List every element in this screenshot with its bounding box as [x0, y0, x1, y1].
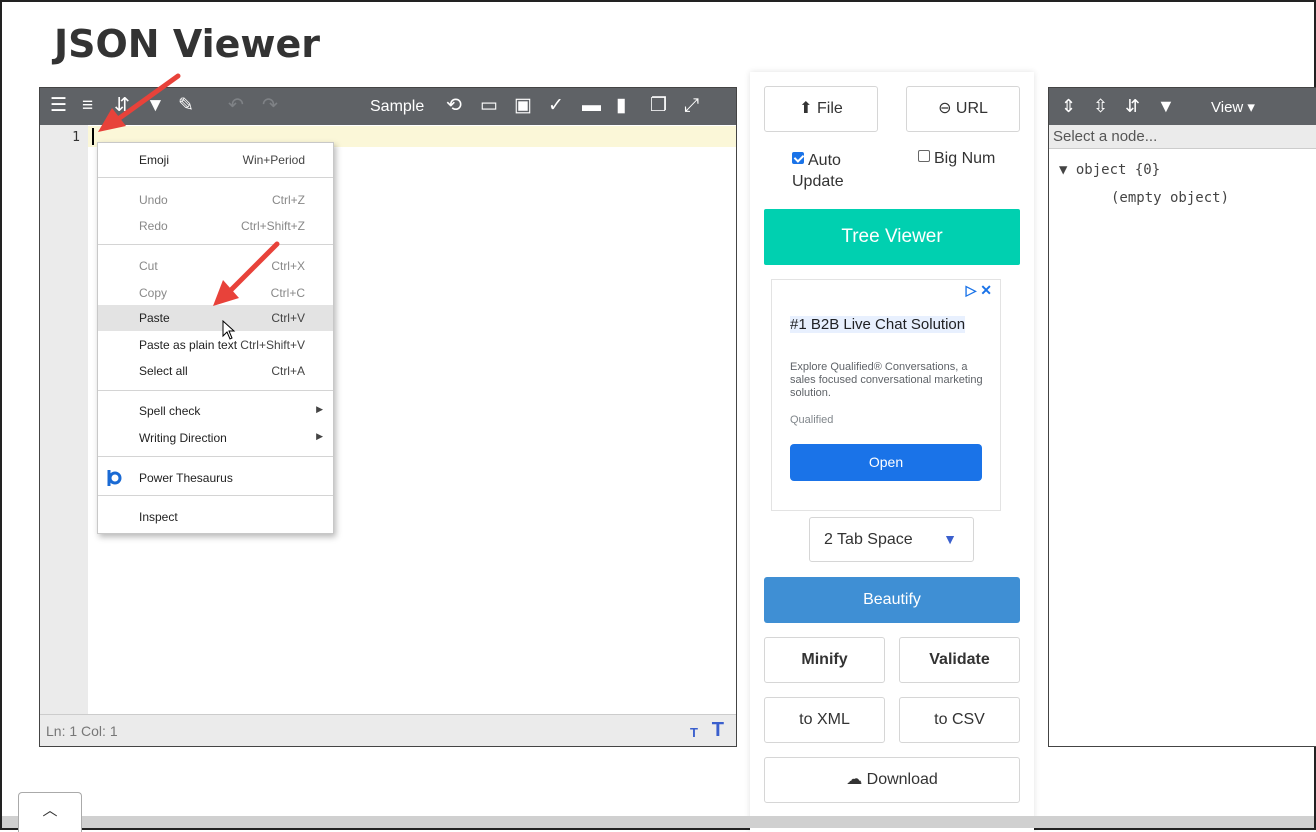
collapse-all-icon[interactable]: ⇳ [1093, 96, 1108, 117]
save-icon[interactable]: ▣ [514, 96, 532, 116]
empty-object-label: (empty object) [1111, 190, 1230, 206]
history-icon[interactable]: ⟲ [446, 96, 462, 116]
mouse-pointer-icon [222, 320, 236, 340]
power-thesaurus-icon [107, 470, 122, 486]
tree-toolbar: ⇕ ⇳ ⇵ ▼ View ▾ [1049, 88, 1316, 125]
checkbox-checked-icon [792, 152, 804, 164]
delete-icon[interactable]: ▮ [616, 96, 626, 116]
advertisement[interactable]: ▷ ✕ #1 B2B Live Chat Solution Explore Qu… [771, 279, 1001, 511]
line-number: 1 [72, 130, 80, 145]
menu-item-undo[interactable]: Undo Ctrl+Z [98, 187, 333, 213]
url-button[interactable]: ⊖ URL [906, 86, 1020, 132]
to-csv-button[interactable]: to CSV [899, 697, 1020, 743]
menu-item-spell-check[interactable]: Spell check ▶ [98, 398, 333, 424]
checkbox-unchecked-icon [918, 150, 930, 162]
upload-icon: ⬆ [799, 100, 813, 117]
cursor-position: Ln: 1 Col: 1 [46, 723, 118, 739]
open-icon[interactable]: ▭ [480, 96, 498, 116]
validate-button[interactable]: Validate [899, 637, 1020, 683]
fullscreen-icon[interactable]: ⤢ [684, 96, 699, 116]
menu-item-paste-plain[interactable]: Paste as plain text Ctrl+Shift+V [98, 332, 333, 358]
font-increase-button[interactable]: T [712, 719, 724, 742]
filter-icon[interactable]: ▼ [1157, 96, 1175, 117]
file-button[interactable]: ⬆ File [764, 86, 878, 132]
page-title: JSON Viewer [54, 22, 320, 66]
menu-item-writing-direction[interactable]: Writing Direction ▶ [98, 425, 333, 451]
ad-open-button[interactable]: Open [790, 444, 982, 481]
sort-icon[interactable]: ⇵ [1125, 96, 1140, 117]
menu-item-select-all[interactable]: Select all Ctrl+A [98, 358, 333, 384]
expand-all-icon[interactable]: ⇕ [1061, 96, 1076, 117]
print-icon[interactable]: ▬ [582, 96, 601, 116]
submenu-arrow-icon: ▶ [316, 404, 323, 414]
menu-item-redo[interactable]: Redo Ctrl+Shift+Z [98, 213, 333, 239]
font-decrease-button[interactable]: T [690, 725, 698, 740]
tree-root-node[interactable]: ▼ object {0} [1059, 162, 1160, 178]
bottom-bar [2, 816, 1314, 828]
control-panel: ⬆ File ⊖ URL Auto Update Big Num Tree Vi… [750, 72, 1034, 832]
cloud-download-icon: ☁ [846, 771, 863, 788]
app-frame: JSON Viewer ☰ ≡ ⇵ ▼ ✎ ↶ ↷ Sample ⟲ ▭ ▣ ✓… [0, 0, 1316, 832]
minify-button[interactable]: Minify [764, 637, 885, 683]
big-num-checkbox[interactable]: Big Num [918, 150, 995, 168]
format-icon[interactable]: ☰ [50, 96, 67, 116]
link-icon: ⊖ [938, 100, 952, 117]
download-button[interactable]: ☁ Download [764, 757, 1020, 803]
ad-choices-icon[interactable]: ▷ ✕ [966, 282, 992, 299]
tab-space-select[interactable]: 2 Tab Space ▼ [809, 517, 974, 562]
redo-icon[interactable]: ↷ [262, 96, 278, 116]
to-xml-button[interactable]: to XML [764, 697, 885, 743]
line-gutter [40, 125, 88, 714]
menu-item-power-thesaurus[interactable]: Power Thesaurus [98, 465, 333, 491]
annotation-arrow-icon [98, 73, 181, 132]
menu-item-inspect[interactable]: Inspect [98, 504, 333, 530]
ad-brand: Qualified [790, 414, 834, 426]
submenu-arrow-icon: ▶ [316, 431, 323, 441]
ad-body: Explore Qualified® Conversations, a sale… [790, 361, 983, 399]
ad-title[interactable]: #1 B2B Live Chat Solution [790, 314, 990, 335]
chevron-down-icon: ▼ [943, 531, 957, 547]
beautify-button[interactable]: Beautify [764, 577, 1020, 623]
context-menu: Emoji Win+Period Undo Ctrl+Z Redo Ctrl+S… [97, 142, 334, 534]
annotation-arrow-icon [213, 241, 280, 306]
tree-viewer-button[interactable]: Tree Viewer [764, 209, 1020, 265]
undo-icon[interactable]: ↶ [228, 96, 244, 116]
validate-icon[interactable]: ✓ [548, 96, 564, 116]
view-menu[interactable]: View ▾ [1211, 98, 1255, 116]
chevron-up-icon: ︿ [42, 802, 58, 819]
copy-icon[interactable]: ❐ [650, 96, 667, 116]
editor-statusbar: Ln: 1 Col: 1 T T [40, 714, 736, 746]
menu-item-emoji[interactable]: Emoji Win+Period [98, 147, 333, 173]
auto-update-checkbox[interactable]: Auto Update [792, 150, 872, 192]
node-search[interactable]: Select a node... [1049, 125, 1316, 149]
sample-button[interactable]: Sample [370, 98, 424, 116]
tree-viewer-panel: ⇕ ⇳ ⇵ ▼ View ▾ Select a node... ▼ object… [1048, 87, 1316, 747]
collapse-tab[interactable]: ︿ [18, 792, 82, 832]
